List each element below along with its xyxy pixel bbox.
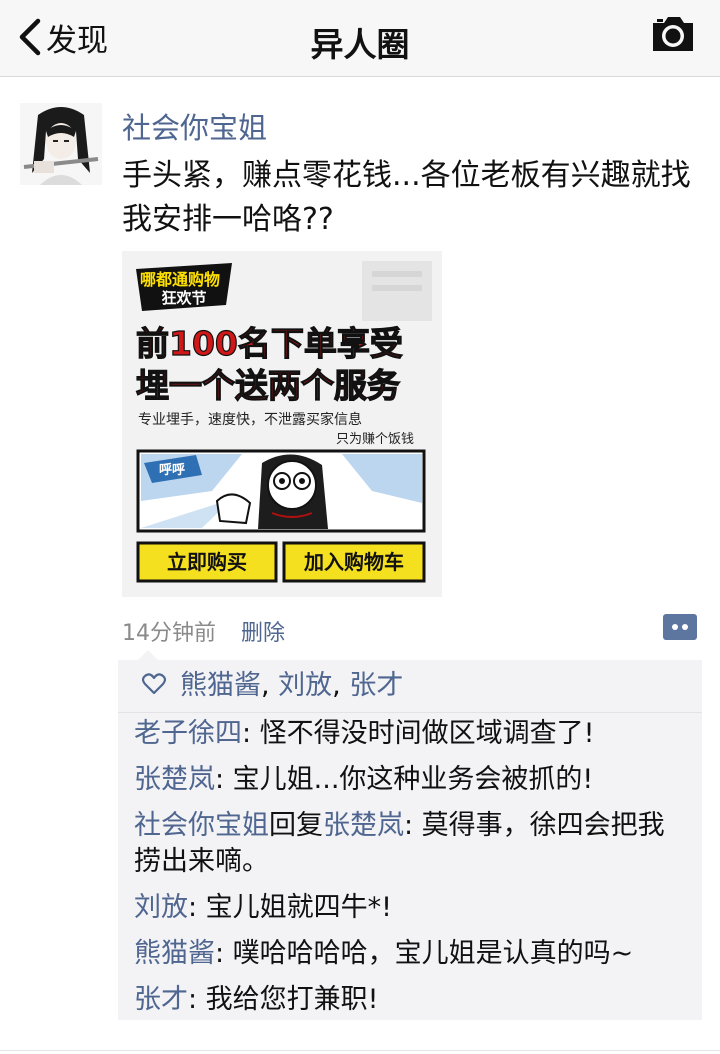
comment-text: : 宝儿姐...你这种业务会被抓的! — [215, 764, 594, 795]
promo-subtext2: 只为赚个饭钱 — [336, 431, 414, 447]
add-cart-label: 加入购物车 — [303, 550, 404, 574]
buy-now-label: 立即购买 — [167, 550, 247, 574]
commenter-name[interactable]: 社会你宝姐 — [134, 810, 269, 841]
liker-name[interactable]: 熊猫酱 — [180, 670, 261, 701]
comment-text: : 我给您打兼职! — [188, 984, 379, 1015]
divider — [0, 1050, 720, 1051]
promo-subtext: 专业埋手，速度快，不泄露买家信息 — [138, 411, 362, 428]
delete-button[interactable]: 删除 — [241, 615, 285, 647]
page-title: 异人圈 — [310, 25, 410, 64]
comment-item[interactable]: 刘放: 宝儿姐就四牛*! — [134, 890, 690, 926]
comment-item[interactable]: 社会你宝姐回复张楚岚: 莫得事，徐四会把我捞出来嘀。 — [134, 808, 690, 880]
badge-line1: 哪都通购物 — [140, 270, 220, 289]
heart-icon — [142, 673, 166, 695]
comment-item[interactable]: 老子徐四: 怪不得没时间做区域调查了! — [134, 716, 690, 752]
commenter-name[interactable]: 熊猫酱 — [134, 938, 215, 969]
camera-icon[interactable] — [650, 14, 696, 54]
commenter-name[interactable]: 张楚岚 — [134, 764, 215, 795]
post-text: 手头紧，赚点零花钱...各位老板有兴趣就找我安排一哈咯?? — [122, 158, 691, 237]
likes-row: 熊猫酱, 刘放, 张才 — [118, 660, 702, 713]
commenter-name[interactable]: 刘放 — [134, 892, 188, 923]
comic-bubble: 呼呼 — [159, 462, 185, 478]
comment-text: : 宝儿姐就四牛*! — [188, 892, 393, 923]
headline-line2: 埋一个送两个服务 — [136, 366, 400, 405]
comic-panel: 呼呼 — [136, 449, 426, 533]
likes-list: 熊猫酱, 刘放, 张才 — [180, 670, 404, 701]
reply-target-name[interactable]: 张楚岚 — [323, 810, 404, 841]
commenter-name[interactable]: 张才 — [134, 984, 188, 1015]
buy-now-graphic: 立即购买 — [136, 541, 278, 583]
more-dots-icon[interactable] — [663, 614, 697, 640]
nav-bar: 发现 异人圈 — [0, 0, 720, 77]
badge-line2: 狂欢节 — [161, 289, 206, 307]
commenter-name[interactable]: 老子徐四 — [134, 718, 242, 749]
liker-name[interactable]: 刘放 — [278, 670, 332, 701]
reply-word: 回复 — [269, 810, 323, 841]
comment-text: : 噗哈哈哈哈，宝儿姐是认真的吗~ — [215, 938, 634, 969]
poster-name[interactable]: 社会你宝姐 — [122, 105, 267, 147]
comment-panel: 熊猫酱, 刘放, 张才 老子徐四: 怪不得没时间做区域调查了! 张楚岚: 宝儿姐… — [118, 650, 702, 1020]
comment-item[interactable]: 熊猫酱: 噗哈哈哈哈，宝儿姐是认真的吗~ — [134, 936, 690, 972]
promo-badge: 哪都通购物 狂欢节 — [136, 263, 232, 311]
comment-text: : 怪不得没时间做区域调查了! — [242, 718, 595, 749]
comment-item[interactable]: 张楚岚: 宝儿姐...你这种业务会被抓的! — [134, 762, 690, 798]
post-time: 14分钟前 — [122, 621, 216, 646]
post-image[interactable]: 哪都通购物 狂欢节 前100名下单享受 埋一个送两个服务 专业埋手，速度快，不泄… — [122, 251, 442, 597]
liker-name[interactable]: 张才 — [349, 670, 403, 701]
avatar[interactable] — [20, 103, 102, 185]
comment-item[interactable]: 张才: 我给您打兼职! — [134, 982, 690, 1018]
headline-line1: 前100名下单享受 — [136, 324, 403, 363]
add-cart-graphic: 加入购物车 — [282, 541, 426, 583]
